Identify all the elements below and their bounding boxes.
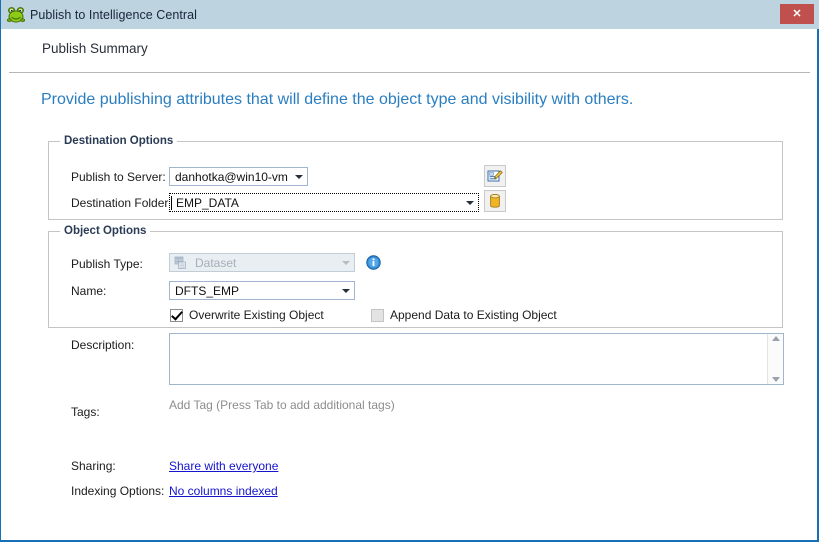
object-name-value: DFTS_EMP (175, 283, 240, 298)
object-name-combo[interactable]: DFTS_EMP (169, 281, 355, 300)
destination-folder-combo[interactable]: EMP_DATA (169, 193, 479, 212)
chevron-down-icon[interactable] (290, 168, 307, 185)
append-data-label: Append Data to Existing Object (390, 308, 557, 322)
tags-label: Tags: (71, 405, 100, 419)
chevron-down-icon[interactable] (337, 282, 354, 299)
server-settings-button[interactable] (484, 165, 506, 187)
publish-type-combo: Dataset (169, 253, 355, 272)
destination-options-legend: Destination Options (60, 135, 178, 147)
scroll-up-icon[interactable] (771, 336, 780, 341)
chevron-down-icon[interactable] (461, 194, 478, 211)
description-input[interactable] (170, 334, 767, 384)
description-box[interactable] (169, 333, 784, 385)
dataset-icon (174, 256, 186, 269)
publish-to-server-label: Publish to Server: (71, 170, 166, 184)
no-columns-indexed-link[interactable]: No columns indexed (169, 484, 278, 498)
info-icon[interactable] (366, 255, 381, 270)
object-options-legend: Object Options (60, 225, 151, 237)
overwrite-existing-checkbox-row[interactable]: Overwrite Existing Object (170, 308, 324, 322)
window-title: Publish to Intelligence Central (30, 7, 197, 22)
sharing-label: Sharing: (71, 459, 116, 473)
publish-to-server-combo[interactable]: danhotka@win10-vm (169, 167, 308, 186)
publish-type-label: Publish Type: (71, 257, 143, 271)
database-folder-icon (490, 194, 500, 208)
description-label: Description: (71, 338, 135, 352)
publish-type-value: Dataset (195, 255, 237, 270)
destination-folder-value: EMP_DATA (171, 195, 461, 210)
title-bar: Publish to Intelligence Central ✕ (1, 0, 819, 29)
tags-input[interactable]: Add Tag (Press Tab to add additional tag… (169, 398, 395, 412)
chevron-down-icon (337, 254, 354, 271)
description-scrollbar[interactable] (767, 334, 783, 384)
overwrite-existing-checkbox[interactable] (170, 308, 183, 322)
page-title: Publish Summary (42, 41, 148, 56)
indexing-options-label: Indexing Options: (71, 484, 165, 498)
header-area: Publish Summary (1, 29, 818, 73)
frog-icon (7, 6, 25, 23)
destination-folder-label: Destination Folder: (71, 196, 172, 210)
intro-description: Provide publishing attributes that will … (41, 91, 634, 108)
scroll-down-icon[interactable] (771, 377, 780, 382)
overwrite-existing-label: Overwrite Existing Object (189, 308, 324, 322)
name-label: Name: (71, 284, 107, 298)
append-data-checkbox (371, 308, 384, 322)
publish-to-server-value: danhotka@win10-vm (175, 169, 288, 184)
append-data-checkbox-row: Append Data to Existing Object (371, 308, 557, 322)
publish-dialog-window: Publish to Intelligence Central ✕ Publis… (0, 0, 819, 542)
close-icon: ✕ (792, 7, 802, 20)
server-settings-icon (487, 170, 503, 182)
header-divider (9, 72, 810, 73)
share-with-everyone-link[interactable]: Share with everyone (169, 459, 278, 473)
close-button[interactable]: ✕ (780, 4, 814, 24)
destination-folder-browse-button[interactable] (484, 190, 506, 212)
